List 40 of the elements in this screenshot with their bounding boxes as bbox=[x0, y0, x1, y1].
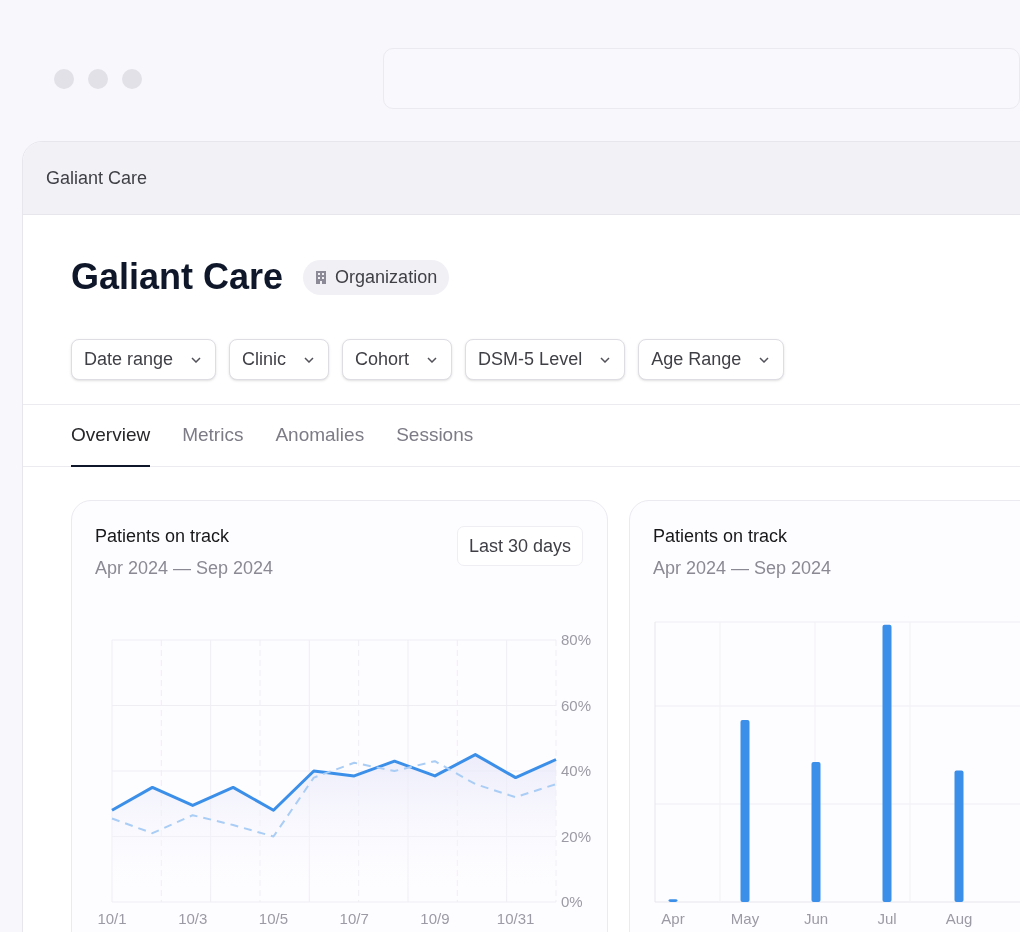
filter-dropdown[interactable]: DSM-5 Level bbox=[465, 339, 626, 380]
axis-label: 10/9 bbox=[420, 910, 450, 927]
axis-label: Aug bbox=[945, 910, 973, 927]
card-subtitle: Apr 2024 — Sep 2024 bbox=[653, 557, 832, 580]
axis-label: 10/5 bbox=[258, 910, 289, 927]
building-icon bbox=[315, 270, 328, 284]
filter-dropdown[interactable]: Age Range bbox=[638, 339, 785, 380]
page-title: Galiant Care bbox=[71, 259, 284, 295]
axis-label: 10/7 bbox=[339, 910, 369, 927]
axis-label: 20% bbox=[561, 827, 592, 845]
axis-label: 0% bbox=[561, 893, 583, 910]
chevron-down-icon bbox=[427, 356, 438, 363]
filter-dropdown[interactable]: Cohort bbox=[342, 339, 453, 380]
filter-dropdown[interactable]: Clinic bbox=[229, 339, 330, 380]
tab[interactable]: Overview bbox=[71, 405, 151, 467]
chevron-down-icon bbox=[600, 356, 611, 363]
axis-label: 60% bbox=[561, 696, 592, 714]
axis-label: 10/1 bbox=[97, 910, 127, 927]
chevron-down-icon bbox=[191, 356, 202, 363]
card-title: Patients on track bbox=[95, 525, 231, 548]
range-button[interactable]: Last 30 days bbox=[456, 526, 583, 566]
tab[interactable]: Sessions bbox=[396, 405, 474, 467]
axis-label: Jun bbox=[803, 910, 829, 927]
axis-label: May bbox=[730, 910, 760, 927]
axis-label: Apr bbox=[661, 910, 685, 927]
tab[interactable]: Anomalies bbox=[275, 405, 365, 467]
window-title: Galiant Care bbox=[46, 166, 148, 190]
bar bbox=[668, 899, 678, 902]
chevron-down-icon bbox=[759, 356, 770, 363]
filter-dropdown[interactable]: Date range bbox=[71, 339, 217, 380]
card-title: Patients on track bbox=[653, 525, 789, 548]
axis-label: 80% bbox=[561, 632, 592, 648]
chevron-down-icon bbox=[304, 356, 315, 363]
tab[interactable]: Metrics bbox=[182, 405, 244, 467]
axis-label: 10/3 bbox=[178, 910, 208, 927]
axis-label: 40% bbox=[561, 762, 592, 779]
axis-label: 10/31 bbox=[496, 910, 535, 927]
card-subtitle: Apr 2024 — Sep 2024 bbox=[95, 557, 274, 580]
axis-label: Jul bbox=[877, 910, 897, 927]
organization-badge: Organization bbox=[303, 259, 450, 295]
